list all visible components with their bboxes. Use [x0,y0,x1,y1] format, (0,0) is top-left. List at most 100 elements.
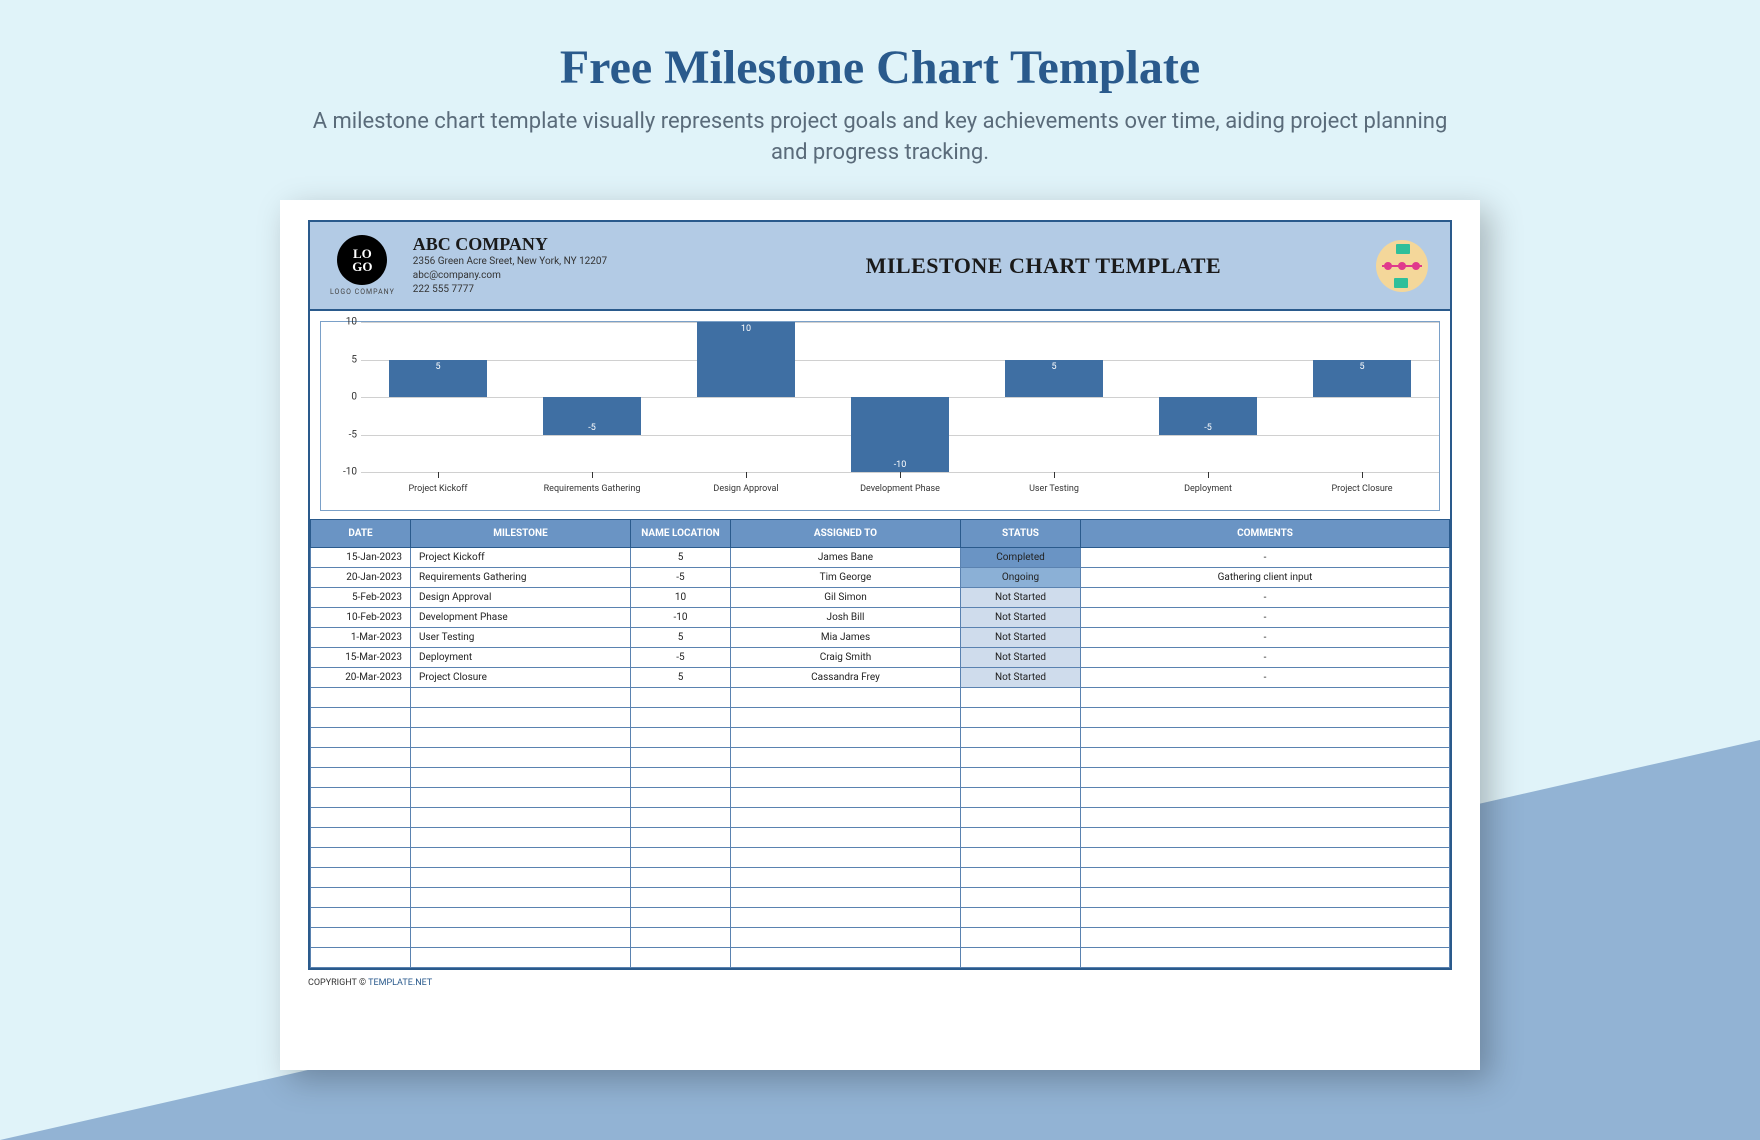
cell-comments: - [1081,668,1450,688]
xtick-label: Deployment [1131,472,1285,502]
cell-location: -5 [631,648,731,668]
cell-comments: - [1081,548,1450,568]
document-inner: LO GO LOGO COMPANY ABC COMPANY 2356 Gree… [308,220,1452,970]
table-row-empty [311,768,1450,788]
xtick-label: Project Closure [1285,472,1439,502]
bar-value-label: 10 [697,324,794,334]
chart-bar: -10 [851,397,948,472]
chart-area: -10-505105-510-105-55 Project KickoffReq… [310,311,1450,511]
table-row: 20-Jan-2023Requirements Gathering-5Tim G… [311,568,1450,588]
chart-bar: -5 [1159,397,1256,435]
milestone-table: DATE MILESTONE NAME LOCATION ASSIGNED TO… [310,519,1450,968]
cell-assigned: Gil Simon [731,588,961,608]
cell-location: 5 [631,628,731,648]
bar-value-label: -10 [851,460,948,470]
copyright: COPYRIGHT © TEMPLATE.NET [308,970,1452,988]
table-row: 15-Mar-2023Deployment-5Craig SmithNot St… [311,648,1450,668]
col-assigned: ASSIGNED TO [731,520,961,548]
cell-assigned: James Bane [731,548,961,568]
ytick: -5 [327,429,357,440]
cell-milestone: Project Closure [411,668,631,688]
cell-status: Ongoing [961,568,1081,588]
cell-location: -10 [631,608,731,628]
table-row-empty [311,908,1450,928]
table-row-empty [311,828,1450,848]
cell-date: 5-Feb-2023 [311,588,411,608]
logo-subtext: LOGO COMPANY [330,288,395,296]
cell-date: 1-Mar-2023 [311,628,411,648]
bar-value-label: -5 [1159,423,1256,433]
table-row-empty [311,848,1450,868]
company-logo: LO GO LOGO COMPANY [330,235,395,296]
table-row-empty [311,948,1450,968]
ytick: -10 [327,467,357,478]
cell-assigned: Craig Smith [731,648,961,668]
xtick-label: Project Kickoff [361,472,515,502]
cell-milestone: Deployment [411,648,631,668]
table-row-empty [311,808,1450,828]
cell-comments: - [1081,608,1450,628]
cell-assigned: Cassandra Frey [731,668,961,688]
cell-milestone: Development Phase [411,608,631,628]
cell-status: Not Started [961,648,1081,668]
table-row-empty [311,748,1450,768]
table-row-empty [311,928,1450,948]
col-date: DATE [311,520,411,548]
chart-bar: 5 [389,360,486,398]
company-address: 2356 Green Acre Sreet, New York, NY 1220… [413,255,713,269]
table-row-empty [311,688,1450,708]
document-title: MILESTONE CHART TEMPLATE [713,253,1374,279]
table-row-empty [311,868,1450,888]
table-row-empty [311,788,1450,808]
ytick: 0 [327,392,357,403]
company-name: ABC COMPANY [413,234,713,255]
table-row-empty [311,728,1450,748]
table-row: 15-Jan-2023Project Kickoff5James BaneCom… [311,548,1450,568]
xtick-label: Requirements Gathering [515,472,669,502]
cell-status: Not Started [961,628,1081,648]
cell-status: Not Started [961,588,1081,608]
cell-status: Not Started [961,668,1081,688]
company-info: ABC COMPANY 2356 Green Acre Sreet, New Y… [413,234,713,297]
table-row: 1-Mar-2023User Testing5Mia JamesNot Star… [311,628,1450,648]
page-title: Free Milestone Chart Template [0,0,1760,95]
cell-date: 20-Mar-2023 [311,668,411,688]
cell-assigned: Josh Bill [731,608,961,628]
table-row-empty [311,708,1450,728]
bar-value-label: 5 [1313,362,1410,372]
table-header-row: DATE MILESTONE NAME LOCATION ASSIGNED TO… [311,520,1450,548]
table-row: 20-Mar-2023Project Closure5Cassandra Fre… [311,668,1450,688]
col-milestone: MILESTONE [411,520,631,548]
cell-milestone: Project Kickoff [411,548,631,568]
bar-value-label: 5 [1005,362,1102,372]
cell-location: 5 [631,548,731,568]
cell-milestone: Design Approval [411,588,631,608]
table-row-empty [311,888,1450,908]
logo-circle: LO GO [337,235,387,285]
col-comments: COMMENTS [1081,520,1450,548]
chart-bar: -5 [543,397,640,435]
xtick-label: Development Phase [823,472,977,502]
bar-value-label: -5 [543,423,640,433]
cell-location: 10 [631,588,731,608]
bar-value-label: 5 [389,362,486,372]
chart-bar: 10 [697,322,794,397]
col-location: NAME LOCATION [631,520,731,548]
cell-milestone: User Testing [411,628,631,648]
chart-bar: 5 [1313,360,1410,398]
cell-date: 15-Mar-2023 [311,648,411,668]
cell-comments: - [1081,648,1450,668]
table-row: 5-Feb-2023Design Approval10Gil SimonNot … [311,588,1450,608]
document-header: LO GO LOGO COMPANY ABC COMPANY 2356 Gree… [310,222,1450,311]
cell-location: 5 [631,668,731,688]
milestone-chart: -10-505105-510-105-55 Project KickoffReq… [320,321,1440,511]
col-status: STATUS [961,520,1081,548]
cell-assigned: Mia James [731,628,961,648]
copyright-link[interactable]: TEMPLATE.NET [368,978,432,988]
ytick: 10 [327,317,357,328]
page-subtitle: A milestone chart template visually repr… [0,95,1760,169]
cell-comments: - [1081,628,1450,648]
chart-bar: 5 [1005,360,1102,398]
cell-date: 15-Jan-2023 [311,548,411,568]
cell-comments: - [1081,588,1450,608]
